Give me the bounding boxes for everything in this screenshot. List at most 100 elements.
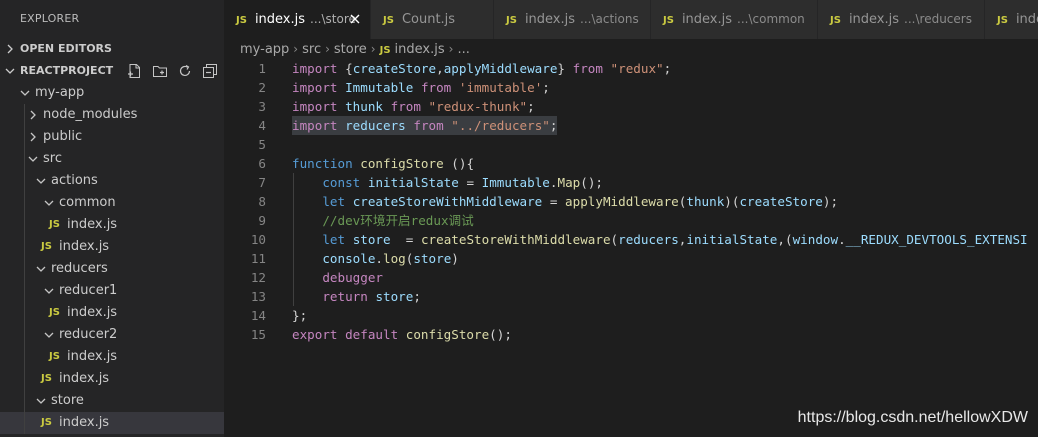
breadcrumb-item[interactable]: ... [457,42,469,57]
code-line[interactable]: 15 export default configStore(); [224,325,1038,344]
explorer-actions [127,60,218,82]
code-line[interactable]: 4 import reducers from "../reducers"; [224,116,1038,135]
code-line[interactable]: 3 import thunk from "redux-thunk"; [224,97,1038,116]
breadcrumb-item[interactable]: index.js [395,42,445,57]
tab-count[interactable]: JS Count.js [371,0,494,39]
line-number: 9 [258,213,266,228]
tab-label: index.js [681,12,733,27]
tree-item-file[interactable]: JS index.js [0,302,224,324]
close-icon[interactable] [350,0,360,39]
tree-item-reducers[interactable]: reducers [0,258,224,280]
tree-item-reducer2[interactable]: reducer2 [0,324,224,346]
tree-item-reducer1[interactable]: reducer1 [0,280,224,302]
chevron-down-icon [35,170,47,192]
tree-item-file[interactable]: JS index.js [0,346,224,368]
tree-item-file[interactable]: JS index.js [0,236,224,258]
tree-item-label: reducer2 [59,327,118,342]
tree-item-public[interactable]: public [0,126,224,148]
tree-item-label: index.js [59,371,110,386]
tree-item-label: index.js [67,217,118,232]
line-number: 14 [250,308,266,323]
code-line[interactable]: 6 function configStore (){ [224,154,1038,173]
chevron-down-icon [19,82,31,104]
js-file-icon: JS [49,351,60,362]
project-label: REACTPROJECT [20,64,114,77]
js-file-icon: JS [379,45,391,56]
tab-description: ...\reducers [904,12,972,26]
code-line[interactable]: 14}; [224,306,1038,325]
tab-reducers-index[interactable]: JS index.js ...\reducers [818,0,985,39]
code-line[interactable]: 2 import Immutable from 'immutable'; [224,78,1038,97]
code-text: const initialState = Immutable.Map(); [322,175,604,190]
code-line[interactable]: 13 return store; [224,287,1038,306]
code-text: debugger [322,270,384,285]
tree-item-file-selected[interactable]: JS index.js [0,412,224,434]
tree-item-src[interactable]: src [0,148,224,170]
line-number: 10 [250,232,266,247]
tree-item-label: reducers [51,261,108,276]
chevron-down-icon [35,258,47,280]
tab-actions-index[interactable]: JS index.js ...\actions [494,0,651,39]
tree-item-store[interactable]: store [0,390,224,412]
chevron-down-icon [43,192,55,214]
explorer-sidebar: EXPLORER OPEN EDITORS REACTPROJECT my-ap… [0,0,224,437]
chevron-down-icon [43,280,55,302]
js-file-icon: JS [236,15,247,26]
code-text: }; [292,308,308,323]
line-number: 5 [258,137,266,152]
tree-item-label: index.js [59,239,110,254]
tab-overflow-index[interactable]: JS inde [985,0,1038,39]
tree-item-common[interactable]: common [0,192,224,214]
code-line[interactable]: 11 console.log(store) [224,249,1038,268]
code-text: import {createStore,applyMiddleware} fro… [292,61,672,76]
breadcrumb-item[interactable]: my-app [240,42,289,57]
breadcrumb-item[interactable]: src [302,42,321,57]
tree-item-label: my-app [35,85,85,100]
code-line[interactable]: 10 let store = createStoreWithMiddleware… [224,230,1038,249]
code-line[interactable]: 9 //dev环境开启redux调试 [224,211,1038,230]
refresh-icon[interactable] [177,63,193,79]
collapse-all-icon[interactable] [202,63,218,79]
code-line[interactable]: 12 debugger [224,268,1038,287]
tree-item-my-app[interactable]: my-app [0,82,224,104]
tab-label: index.js [524,12,576,27]
line-number: 12 [250,270,266,285]
tree-item-label: index.js [67,305,118,320]
tree-item-file[interactable]: JS index.js [0,368,224,390]
chevron-right-icon [27,126,39,148]
tab-label: index.js [848,12,900,27]
code-line[interactable]: 1 import {createStore,applyMiddleware} fr… [224,59,1038,78]
open-editors-section[interactable]: OPEN EDITORS [0,38,224,60]
breadcrumb: my-app › src › store › JS index.js ›... [224,39,1038,59]
project-section[interactable]: REACTPROJECT [0,60,224,82]
tree-item-actions[interactable]: actions [0,170,224,192]
tab-store-index[interactable]: JS index.js ...\store [224,0,371,39]
line-number: 13 [250,289,266,304]
tree-item-label: public [43,129,83,144]
tree-item-file[interactable]: JS index.js [0,214,224,236]
js-file-icon: JS [49,307,60,318]
code-line[interactable]: 5 [224,135,1038,154]
chevron-right-icon: › [293,42,299,56]
code-line[interactable]: 7 const initialState = Immutable.Map(); [224,173,1038,192]
code-text: let createStoreWithMiddleware = applyMid… [322,194,839,209]
tab-common-index[interactable]: JS index.js ...\common [651,0,818,39]
tree-item-label: common [59,195,116,210]
breadcrumb-item[interactable]: store [334,42,367,57]
code-line[interactable]: 8 let createStoreWithMiddleware = applyM… [224,192,1038,211]
tab-label: inde [1015,12,1038,27]
new-file-icon[interactable] [127,63,143,79]
file-tree: my-app node_modules public src actions c… [0,82,224,434]
line-number: 7 [258,175,266,190]
code-text: import thunk from "redux-thunk"; [292,99,535,114]
new-folder-icon[interactable] [152,63,168,79]
code-text: import reducers from "../reducers"; [292,116,558,135]
js-file-icon: JS [41,417,52,428]
code-editor[interactable]: 1 import {createStore,applyMiddleware} fr… [224,59,1038,437]
line-number: 1 [258,61,266,76]
code-text: import Immutable from 'immutable'; [292,80,550,95]
tree-item-node-modules[interactable]: node_modules [0,104,224,126]
chevron-down-icon [35,390,47,412]
chevron-down-icon [43,324,55,346]
tree-item-label: store [51,393,84,408]
